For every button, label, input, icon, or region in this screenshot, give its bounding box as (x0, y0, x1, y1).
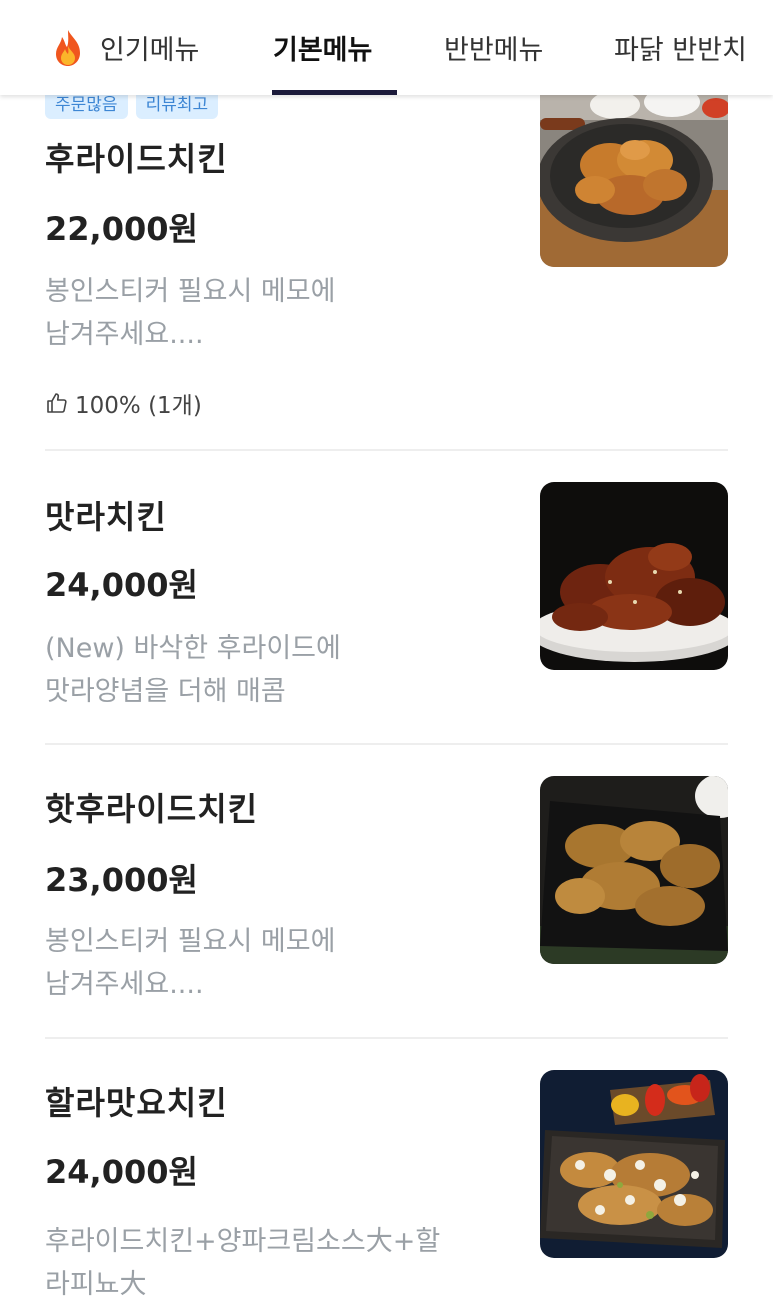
menu-item-price: 22,000원 (45, 210, 198, 248)
description-line: 맛라양념을 더해 매콤 (45, 676, 286, 707)
category-tab-bar: 인기메뉴 기본메뉴 반반메뉴 파닭 반반치 (0, 0, 773, 95)
menu-item-image (540, 482, 728, 670)
tab-popular-menu[interactable]: 인기메뉴 (48, 0, 199, 95)
menu-item-image (540, 1070, 728, 1258)
description-line: 남겨주세요.... (45, 319, 204, 350)
tab-label: 반반메뉴 (444, 35, 544, 66)
menu-item-price: 24,000원 (45, 1153, 198, 1191)
description-line: 봉인스티커 필요시 메모에 (45, 276, 336, 307)
active-tab-indicator (272, 90, 397, 95)
tab-label: 기본메뉴 (273, 35, 373, 66)
review-summary: 100% (1개) (45, 386, 202, 420)
tab-basic-menu[interactable]: 기본메뉴 (273, 0, 372, 95)
tab-label: 파닭 반반치 (614, 35, 747, 66)
description-line: 남겨주세요.... (45, 969, 204, 1000)
description-line: 라피뇨大 (45, 1269, 147, 1300)
review-text: 100% (1개) (75, 393, 202, 419)
divider (45, 1037, 728, 1039)
description-line: (New) 바삭한 후라이드에 (45, 633, 341, 664)
description-line: 후라이드치킨+양파크림소스大+할 (45, 1226, 441, 1257)
menu-item-name: 맛라치킨 (45, 498, 167, 536)
tab-label: 인기메뉴 (100, 35, 200, 66)
description-line: 봉인스티커 필요시 메모에 (45, 926, 336, 957)
tab-half-half-menu[interactable]: 반반메뉴 (444, 0, 543, 95)
tab-padak-half-half[interactable]: 파닭 반반치 (614, 0, 747, 95)
menu-item-description: 봉인스티커 필요시 메모에 남겨주세요.... (45, 920, 515, 1006)
divider (45, 743, 728, 745)
menu-item-price: 23,000원 (45, 861, 198, 899)
menu-item-description: 봉인스티커 필요시 메모에 남겨주세요.... (45, 270, 515, 356)
menu-item-image (540, 80, 728, 267)
menu-item-description: (New) 바삭한 후라이드에 맛라양념을 더해 매콤 (45, 627, 515, 713)
flame-icon (56, 29, 80, 66)
menu-item-image (540, 776, 728, 964)
thumbs-up-icon (47, 393, 67, 413)
menu-item-name: 할라맛요치킨 (45, 1084, 228, 1122)
menu-list: 주문많음 리뷰최고 후라이드치킨 22,000원 봉인스티커 필요시 메모에 남… (0, 0, 773, 1300)
menu-item-price: 24,000원 (45, 566, 198, 604)
menu-item-name: 핫후라이드치킨 (45, 790, 259, 828)
menu-item-name: 후라이드치킨 (45, 140, 228, 178)
menu-item-description: 후라이드치킨+양파크림소스大+할 라피뇨大 (45, 1220, 515, 1306)
divider (45, 449, 728, 451)
